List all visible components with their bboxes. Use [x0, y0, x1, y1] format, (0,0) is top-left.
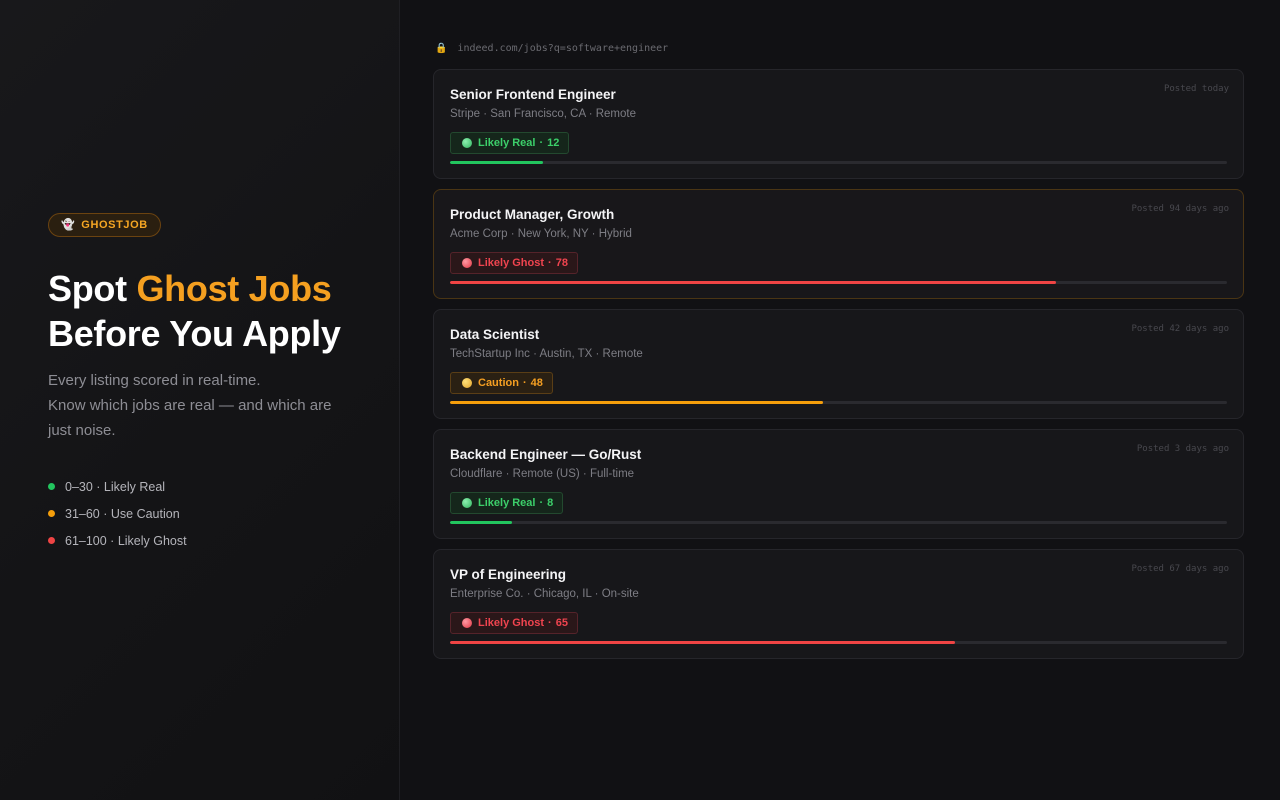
legend-label-real: 0–30 · Likely Real	[65, 479, 166, 494]
hero-title-post: Before You Apply	[48, 313, 341, 354]
hero-subtitle-line-2: Know which jobs are real — and which are…	[48, 397, 332, 439]
score-separator: ·	[539, 497, 544, 509]
verdict-label: Likely Ghost	[478, 617, 545, 629]
posted-date: Posted 67 days ago	[1131, 564, 1229, 574]
score-bar	[450, 401, 1227, 404]
score-bar	[450, 161, 1227, 164]
hero-panel: 👻 GHOSTJOB Spot Ghost Jobs Before You Ap…	[0, 0, 400, 800]
score-chip: Caution · 48	[450, 372, 553, 394]
verdict-label: Likely Real	[478, 497, 536, 509]
legend-dot-caution	[48, 510, 55, 517]
hero-title: Spot Ghost Jobs Before You Apply	[48, 266, 368, 356]
brand-badge-label: GHOSTJOB	[81, 219, 148, 231]
score-separator: ·	[548, 617, 552, 629]
score-value: 12	[547, 137, 560, 149]
legend-item-ghost: 61–100 · Likely Ghost	[48, 527, 399, 554]
hero-title-pre: Spot	[48, 268, 137, 309]
score-separator: ·	[548, 257, 552, 269]
score-value: 48	[530, 377, 543, 389]
verdict-label: Likely Real	[478, 137, 536, 149]
score-chip: Likely Ghost · 65	[450, 612, 578, 634]
score-bar-fill	[450, 281, 1057, 284]
brand-badge: 👻 GHOSTJOB	[48, 213, 161, 237]
score-bar-fill	[450, 161, 544, 164]
status-dot-icon	[462, 498, 472, 508]
score-bar	[450, 641, 1227, 644]
job-card[interactable]: Posted 94 days ago Product Manager, Grow…	[433, 189, 1244, 299]
score-bar-fill	[450, 521, 513, 524]
job-title[interactable]: Data Scientist	[450, 326, 1227, 344]
job-title[interactable]: Senior Frontend Engineer	[450, 86, 1227, 104]
posted-date: Posted 94 days ago	[1131, 204, 1229, 214]
score-value: 65	[555, 617, 568, 629]
hero-subtitle: Every listing scored in real-time. Know …	[48, 368, 348, 443]
job-title[interactable]: Backend Engineer — Go/Rust	[450, 446, 1227, 464]
job-meta: TechStartup Inc · Austin, TX · Remote	[450, 348, 643, 360]
job-card[interactable]: Posted 67 days ago VP of Engineering Ent…	[433, 549, 1244, 659]
legend-label-ghost: 61–100 · Likely Ghost	[65, 533, 187, 548]
score-separator: ·	[539, 137, 544, 149]
job-meta: Acme Corp · New York, NY · Hybrid	[450, 228, 632, 240]
score-chip: Likely Real · 8	[450, 492, 564, 514]
score-bar-fill	[450, 401, 823, 404]
hero-subtitle-line-1: Every listing scored in real-time.	[48, 372, 261, 389]
score-bar	[450, 521, 1227, 524]
legend-item-real: 0–30 · Likely Real	[48, 473, 399, 500]
job-meta: Cloudflare · Remote (US) · Full-time	[450, 468, 635, 480]
job-title[interactable]: Product Manager, Growth	[450, 206, 1227, 224]
hero-title-accent: Ghost Jobs	[136, 268, 332, 309]
score-value: 78	[555, 257, 568, 269]
status-dot-icon	[462, 138, 472, 148]
score-bar	[450, 281, 1227, 284]
score-legend: 0–30 · Likely Real 31–60 · Use Caution 6…	[48, 473, 399, 554]
legend-item-caution: 31–60 · Use Caution	[48, 500, 399, 527]
verdict-label: Caution	[478, 377, 519, 389]
score-separator: ·	[522, 377, 527, 389]
score-chip: Likely Ghost · 78	[450, 252, 578, 274]
job-feed: 🔒 indeed.com/jobs?q=software+engineer Po…	[400, 0, 1280, 800]
legend-dot-real	[48, 483, 55, 490]
posted-date: Posted today	[1163, 84, 1229, 94]
score-chip: Likely Real · 12	[450, 132, 570, 154]
ghost-icon: 👻	[61, 218, 76, 231]
score-bar-fill	[450, 641, 956, 644]
posted-date: Posted 42 days ago	[1131, 324, 1229, 334]
posted-date: Posted 3 days ago	[1136, 444, 1229, 454]
verdict-label: Likely Ghost	[478, 257, 545, 269]
legend-label-caution: 31–60 · Use Caution	[65, 506, 180, 521]
status-dot-icon	[462, 258, 472, 268]
job-card[interactable]: Posted 3 days ago Backend Engineer — Go/…	[433, 429, 1244, 539]
job-card[interactable]: Posted today Senior Frontend Engineer St…	[433, 69, 1244, 179]
status-dot-icon	[462, 378, 472, 388]
job-meta: Stripe · San Francisco, CA · Remote	[450, 108, 636, 120]
legend-dot-ghost	[48, 537, 55, 544]
status-dot-icon	[462, 618, 472, 628]
app-root: 👻 GHOSTJOB Spot Ghost Jobs Before You Ap…	[0, 0, 1280, 800]
lock-icon: 🔒	[435, 42, 448, 54]
job-title[interactable]: VP of Engineering	[450, 566, 1227, 584]
job-card[interactable]: Posted 42 days ago Data Scientist TechSt…	[433, 309, 1244, 419]
url-text: indeed.com/jobs?q=software+engineer	[457, 42, 669, 54]
job-meta: Enterprise Co. · Chicago, IL · On-site	[450, 588, 639, 600]
url-bar: 🔒 indeed.com/jobs?q=software+engineer	[433, 40, 1244, 56]
score-value: 8	[547, 497, 554, 509]
